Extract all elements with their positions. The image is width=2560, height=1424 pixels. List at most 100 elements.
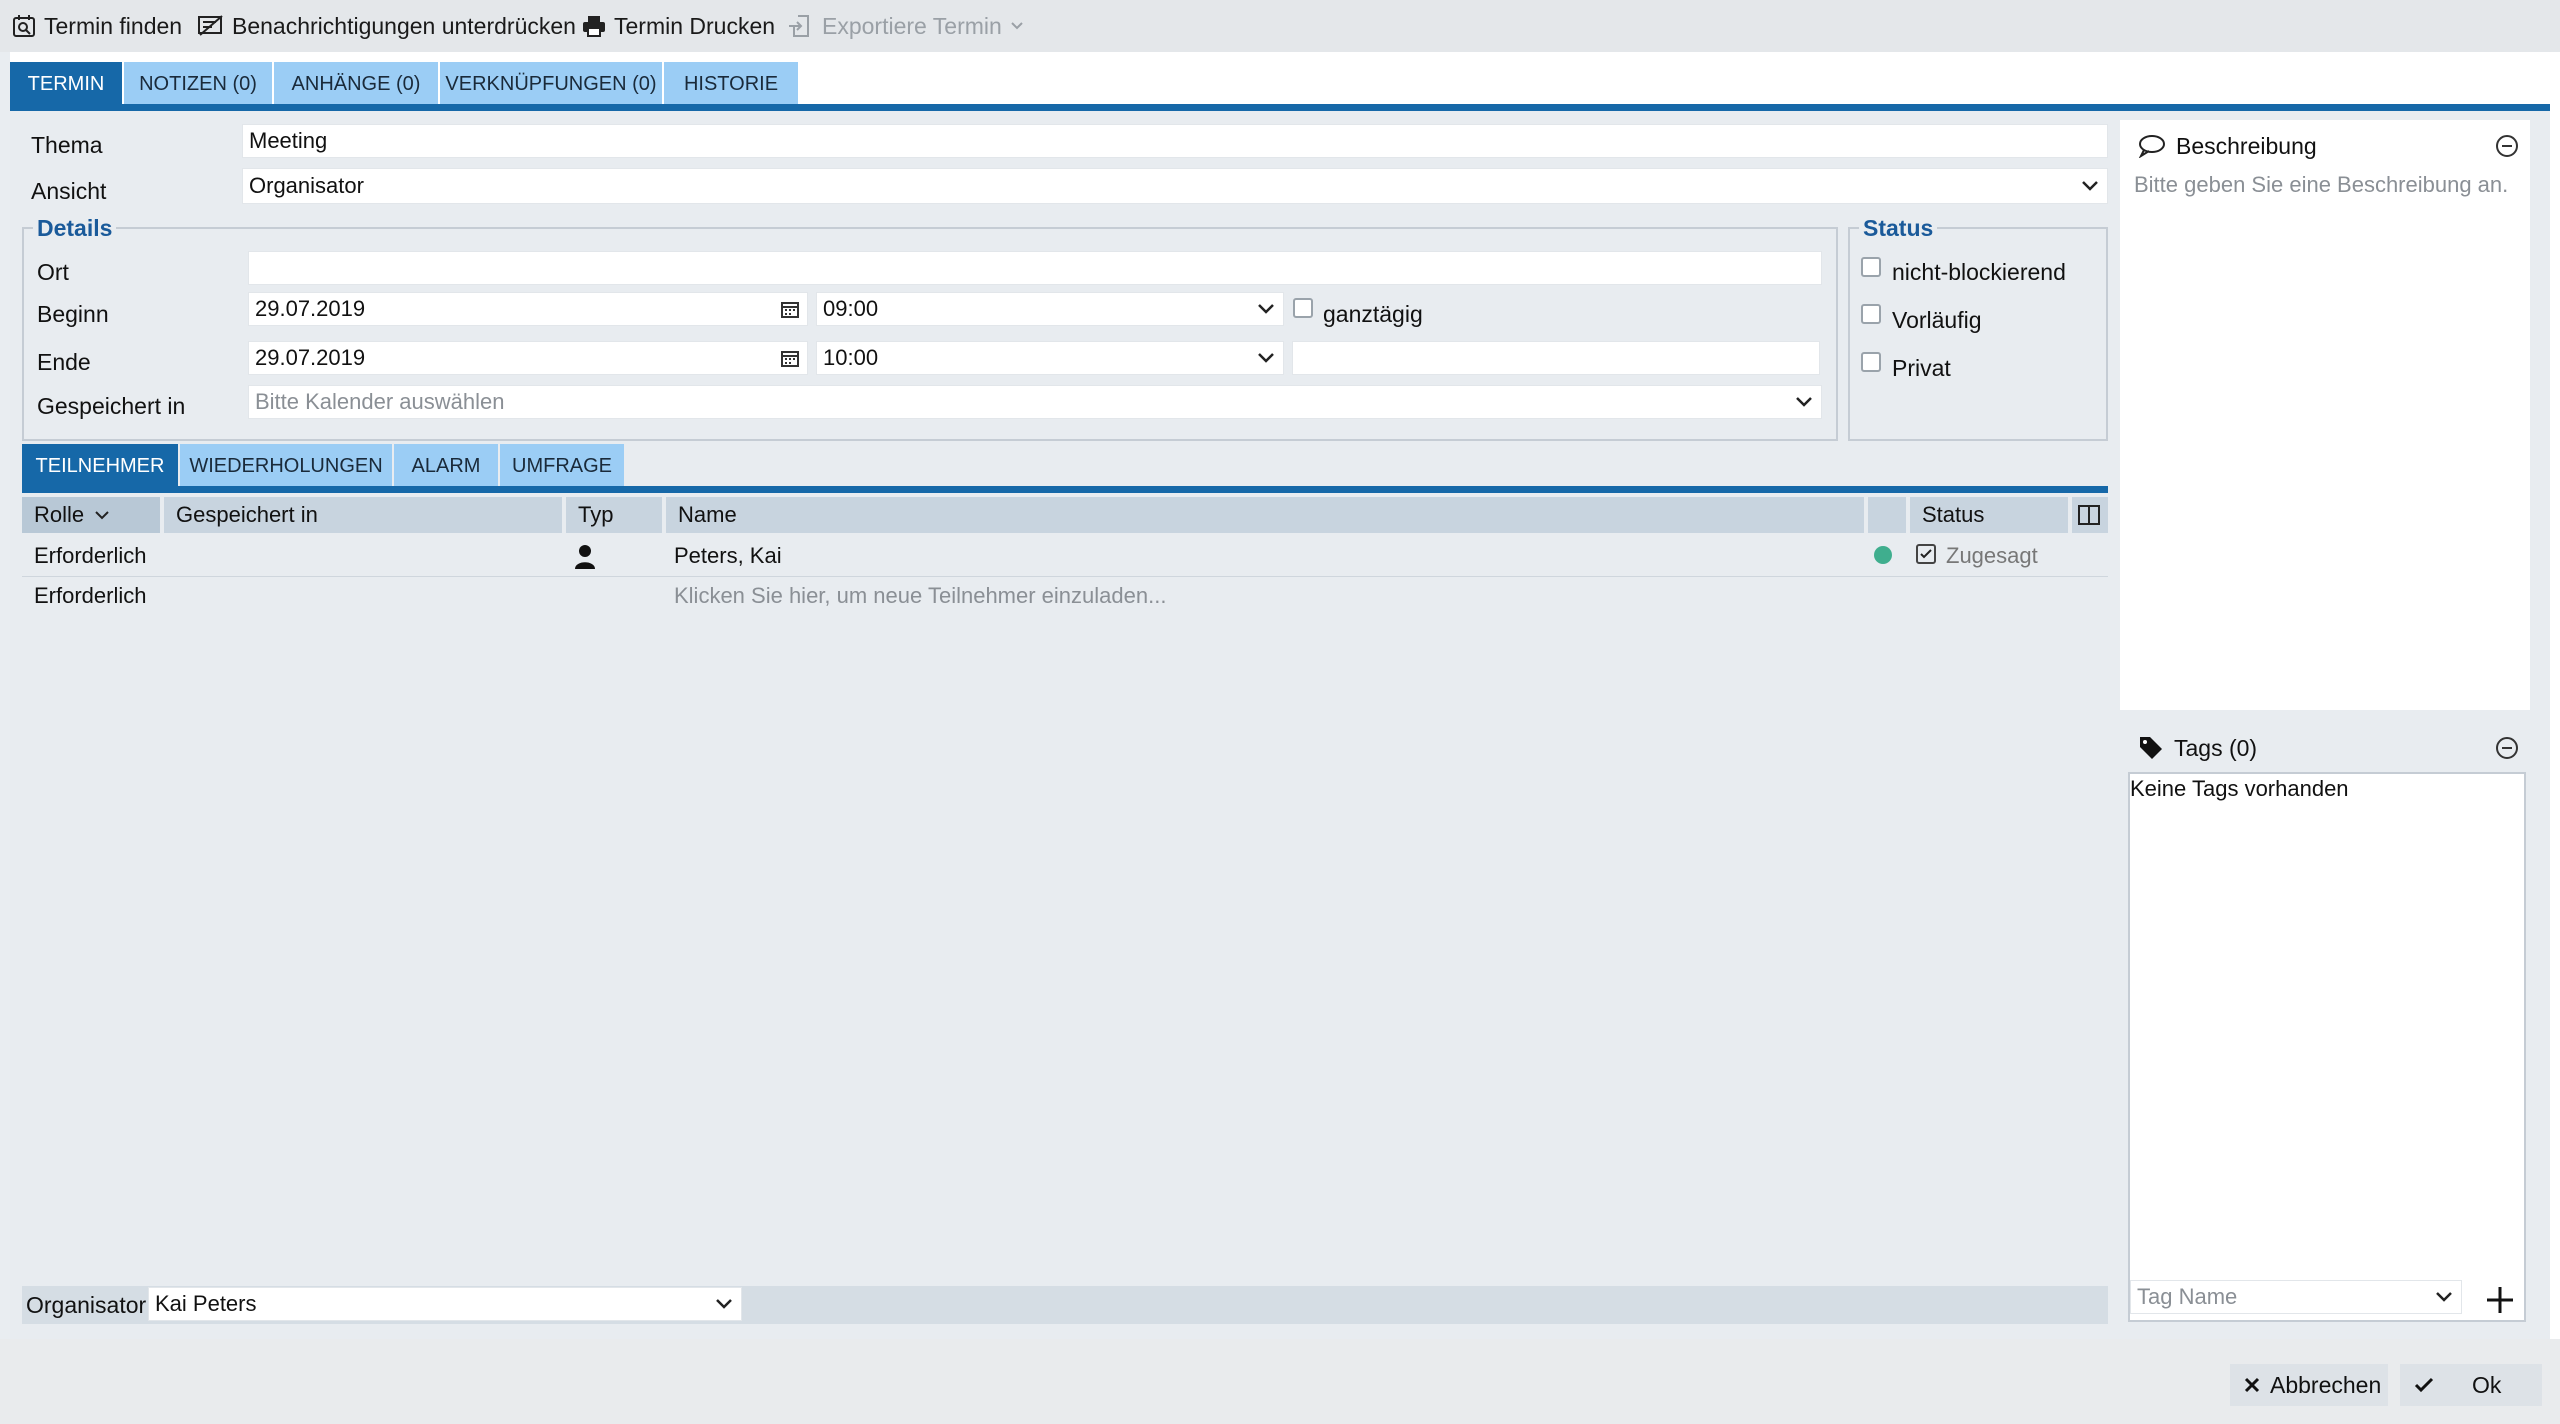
chevron-down-icon — [1010, 21, 1024, 31]
chevron-down-icon — [2081, 180, 2099, 192]
add-tag-plus-icon[interactable] — [2486, 1286, 2514, 1314]
column-chooser-button[interactable] — [2072, 497, 2108, 533]
view-select[interactable]: Organisator — [242, 168, 2108, 204]
tab-umfrage[interactable]: UMFRAGE — [500, 444, 624, 488]
end-date-input[interactable]: 29.07.2019 — [248, 341, 808, 375]
close-icon — [2244, 1377, 2260, 1393]
subtab-bar-underline — [22, 486, 2108, 493]
start-date-value: 29.07.2019 — [255, 296, 366, 321]
footer — [0, 1339, 2560, 1424]
row-divider — [22, 576, 2108, 577]
row-1-role[interactable]: Erforderlich — [34, 539, 146, 573]
column-role-label: Rolle — [34, 502, 85, 527]
subject-input[interactable]: Meeting — [242, 124, 2108, 158]
tag-name-placeholder: Tag Name — [2137, 1284, 2238, 1309]
export-icon — [788, 14, 814, 38]
printer-icon — [582, 15, 606, 37]
calendar-search-icon — [12, 14, 36, 38]
column-header-role[interactable]: Rolle — [22, 497, 162, 533]
tags-title: Tags (0) — [2174, 734, 2258, 761]
description-header: Beschreibung — [2138, 128, 2317, 164]
export-appointment-label: Exportiere Termin — [822, 12, 1002, 39]
tab-historie[interactable]: HISTORIE — [664, 62, 798, 106]
tab-bar-underline — [10, 104, 2550, 111]
tags-empty-text: Keine Tags vorhanden — [2130, 776, 2349, 801]
suppress-notifications-label: Benachrichtigungen unterdrücken — [232, 12, 576, 39]
end-time-value: 10:00 — [823, 345, 879, 370]
view-select-value: Organisator — [249, 173, 364, 198]
timezone-field[interactable] — [1292, 341, 1820, 375]
invite-participant-link[interactable]: Klicken Sie hier, um neue Teilnehmer ein… — [674, 579, 1166, 613]
notification-off-icon — [198, 15, 224, 37]
end-time-select[interactable]: 10:00 — [816, 341, 1284, 375]
presence-status-dot — [1874, 546, 1892, 564]
chevron-down-icon — [715, 1298, 733, 1310]
tab-verknuepfungen[interactable]: VERKNÜPFUNGEN (0) — [440, 62, 662, 106]
end-date-value: 29.07.2019 — [255, 345, 366, 370]
speech-bubble-icon — [2138, 134, 2166, 158]
columns-icon — [2078, 505, 2100, 525]
start-label: Beginn — [37, 301, 109, 327]
saved-in-label: Gespeichert in — [37, 393, 186, 419]
tab-wiederholungen[interactable]: WIEDERHOLUNGEN — [180, 444, 392, 488]
column-header-saved-in[interactable]: Gespeichert in — [164, 497, 564, 533]
end-label: Ende — [37, 349, 91, 375]
column-header-type[interactable]: Typ — [566, 497, 664, 533]
organizer-select[interactable]: Kai Peters — [148, 1287, 742, 1321]
column-header-name[interactable]: Name — [666, 497, 1866, 533]
tentative-label: Vorläufig — [1892, 307, 1982, 333]
chevron-down-icon — [1795, 396, 1813, 408]
tag-name-input[interactable]: Tag Name — [2130, 1280, 2462, 1314]
row-2-role[interactable]: Erforderlich — [34, 579, 146, 613]
description-title: Beschreibung — [2176, 132, 2317, 159]
tags-header: Tags (0) — [2138, 730, 2257, 766]
export-appointment-menu[interactable]: Exportiere Termin — [788, 0, 1024, 52]
ok-label: Ok — [2472, 1371, 2502, 1398]
calendar-select-placeholder: Bitte Kalender auswählen — [255, 389, 505, 414]
all-day-checkbox[interactable] — [1293, 298, 1313, 318]
private-label: Privat — [1892, 355, 1951, 381]
tags-list — [2128, 772, 2526, 1322]
collapse-tags-icon[interactable] — [2496, 737, 2518, 759]
start-time-value: 09:00 — [823, 296, 879, 321]
status-legend: Status — [1859, 215, 1938, 242]
print-appointment-button[interactable]: Termin Drucken — [582, 0, 775, 52]
all-day-label: ganztägig — [1323, 301, 1423, 327]
tab-notizen[interactable]: NOTIZEN (0) — [124, 62, 272, 106]
toolbar: Termin finden Benachrichtigungen unterdr… — [0, 0, 2560, 52]
cancel-label: Abbrechen — [2270, 1371, 2382, 1398]
start-time-select[interactable]: 09:00 — [816, 292, 1284, 326]
details-legend: Details — [33, 215, 117, 242]
calendar-icon[interactable] — [781, 300, 799, 318]
organizer-label: Organisator — [26, 1292, 147, 1318]
description-textarea[interactable]: Bitte geben Sie eine Beschreibung an. — [2134, 172, 2524, 702]
tab-anhaenge[interactable]: ANHÄNGE (0) — [274, 62, 438, 106]
print-appointment-label: Termin Drucken — [614, 12, 776, 39]
calendar-select[interactable]: Bitte Kalender auswählen — [248, 385, 1822, 419]
view-label: Ansicht — [31, 178, 107, 204]
location-input[interactable] — [248, 251, 1822, 285]
find-appointment-button[interactable]: Termin finden — [12, 0, 182, 52]
column-header-status[interactable]: Status — [1910, 497, 2070, 533]
suppress-notifications-button[interactable]: Benachrichtigungen unterdrücken — [198, 0, 576, 52]
row-1-status: Zugesagt — [1946, 543, 2038, 568]
start-date-input[interactable]: 29.07.2019 — [248, 292, 808, 326]
tentative-checkbox[interactable] — [1861, 304, 1881, 324]
location-label: Ort — [37, 259, 69, 285]
non-blocking-label: nicht-blockierend — [1892, 259, 2066, 285]
calendar-icon[interactable] — [781, 349, 799, 367]
ok-button[interactable]: Ok — [2400, 1364, 2542, 1406]
column-header-presence — [1868, 497, 1908, 533]
private-checkbox[interactable] — [1861, 352, 1881, 372]
tab-teilnehmer[interactable]: TEILNEHMER — [22, 444, 178, 488]
tab-termin[interactable]: TERMIN — [10, 62, 122, 106]
find-appointment-label: Termin finden — [44, 12, 183, 39]
chevron-down-icon — [1257, 352, 1275, 364]
tab-alarm[interactable]: ALARM — [394, 444, 498, 488]
collapse-description-icon[interactable] — [2496, 135, 2518, 157]
row-1-name[interactable]: Peters, Kai — [674, 539, 782, 573]
chevron-down-icon — [1257, 303, 1275, 315]
cancel-button[interactable]: Abbrechen — [2230, 1364, 2388, 1406]
check-icon — [2414, 1377, 2434, 1393]
non-blocking-checkbox[interactable] — [1861, 257, 1881, 277]
